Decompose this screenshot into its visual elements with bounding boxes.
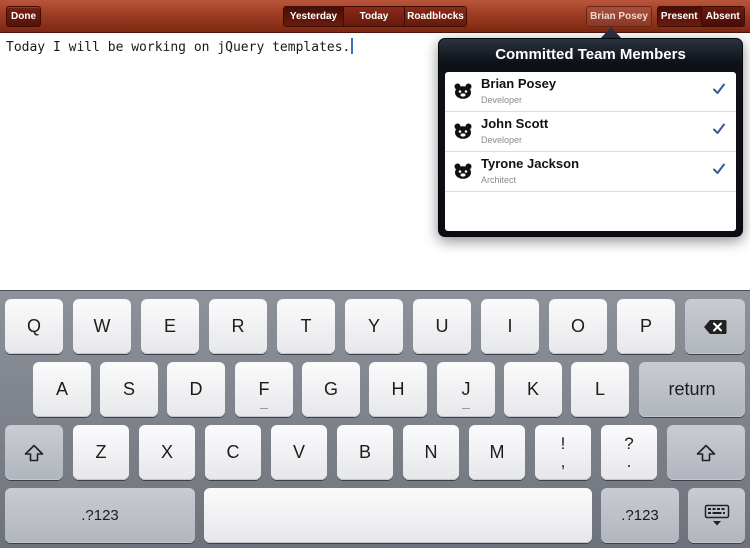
bear-avatar-icon bbox=[454, 123, 472, 139]
key-y[interactable]: Y bbox=[345, 299, 403, 354]
shift-icon bbox=[696, 444, 716, 461]
popover-title: Committed Team Members bbox=[495, 46, 686, 63]
key-n[interactable]: N bbox=[403, 425, 459, 480]
checkmark-icon bbox=[713, 163, 725, 174]
key-g[interactable]: G bbox=[302, 362, 360, 417]
segment-present[interactable]: Present bbox=[658, 7, 702, 26]
key-c[interactable]: C bbox=[205, 425, 261, 480]
key-x[interactable]: X bbox=[139, 425, 195, 480]
bear-avatar-icon bbox=[454, 83, 472, 99]
shift-icon bbox=[24, 444, 44, 461]
note-text-area[interactable]: Today I will be working on jQuery templa… bbox=[6, 38, 354, 55]
done-button[interactable]: Done bbox=[6, 6, 41, 27]
list-item-member[interactable]: John Scott Developer bbox=[445, 112, 736, 152]
key-d[interactable]: D bbox=[167, 362, 225, 417]
key-period-label: . bbox=[626, 451, 632, 471]
backspace-icon bbox=[704, 319, 727, 334]
user-button[interactable]: Brian Posey bbox=[586, 6, 652, 27]
checkmark-icon bbox=[713, 83, 725, 94]
space-bar[interactable] bbox=[204, 488, 592, 543]
key-o[interactable]: O bbox=[549, 299, 607, 354]
list-item-member[interactable]: Tyrone Jackson Architect bbox=[445, 152, 736, 192]
segment-roadblocks[interactable]: Roadblocks bbox=[405, 7, 466, 26]
member-role: Architect bbox=[481, 175, 517, 185]
key-question-period[interactable]: ? . bbox=[601, 425, 657, 480]
hide-keyboard-key[interactable] bbox=[688, 488, 745, 543]
key-e[interactable]: E bbox=[141, 299, 199, 354]
segment-today[interactable]: Today bbox=[344, 7, 405, 26]
key-l[interactable]: L bbox=[571, 362, 629, 417]
member-list: Brian Posey Developer John Scott Develop… bbox=[445, 72, 736, 231]
key-v[interactable]: V bbox=[271, 425, 327, 480]
member-name: Brian Posey bbox=[481, 76, 557, 91]
key-f[interactable]: F bbox=[235, 362, 293, 417]
member-name: John Scott bbox=[481, 116, 549, 131]
member-role: Developer bbox=[481, 135, 523, 145]
onscreen-keyboard: Q W E R T Y U I O P A S D F G H J K L re… bbox=[0, 290, 750, 548]
key-q[interactable]: Q bbox=[5, 299, 63, 354]
key-k[interactable]: K bbox=[504, 362, 562, 417]
segment-yesterday[interactable]: Yesterday bbox=[284, 7, 344, 26]
key-h[interactable]: H bbox=[369, 362, 427, 417]
key-b[interactable]: B bbox=[337, 425, 393, 480]
shift-right-key[interactable] bbox=[667, 425, 745, 480]
key-a[interactable]: A bbox=[33, 362, 91, 417]
numbers-key-left[interactable]: .?123 bbox=[5, 488, 195, 543]
key-exclaim-comma[interactable]: ! , bbox=[535, 425, 591, 480]
key-j[interactable]: J bbox=[437, 362, 495, 417]
key-w[interactable]: W bbox=[73, 299, 131, 354]
numbers-key-right[interactable]: .?123 bbox=[601, 488, 679, 543]
member-name: Tyrone Jackson bbox=[481, 156, 580, 171]
key-f-label: F bbox=[258, 379, 270, 399]
backspace-key[interactable] bbox=[685, 299, 745, 354]
key-t[interactable]: T bbox=[277, 299, 335, 354]
key-r[interactable]: R bbox=[209, 299, 267, 354]
shift-left-key[interactable] bbox=[5, 425, 63, 480]
key-p[interactable]: P bbox=[617, 299, 675, 354]
key-s[interactable]: S bbox=[100, 362, 158, 417]
day-segmented-control: Yesterday Today Roadblocks bbox=[283, 6, 467, 27]
member-role: Developer bbox=[481, 95, 523, 105]
key-m[interactable]: M bbox=[469, 425, 525, 480]
key-u[interactable]: U bbox=[413, 299, 471, 354]
key-comma-label: , bbox=[560, 451, 566, 471]
list-item-member[interactable]: Brian Posey Developer bbox=[445, 72, 736, 112]
top-toolbar: Done Yesterday Today Roadblocks Brian Po… bbox=[0, 0, 750, 33]
home-row-bump bbox=[462, 408, 470, 409]
team-members-popover: Committed Team Members Brian Posey Devel… bbox=[438, 38, 743, 237]
segment-absent[interactable]: Absent bbox=[701, 7, 744, 26]
key-question-label: ? bbox=[624, 433, 634, 453]
key-exclaim-label: ! bbox=[560, 433, 566, 453]
text-caret bbox=[351, 38, 354, 54]
key-j-label: J bbox=[461, 379, 471, 399]
key-z[interactable]: Z bbox=[73, 425, 129, 480]
key-i[interactable]: I bbox=[481, 299, 539, 354]
bear-avatar-icon bbox=[454, 163, 472, 179]
note-text: Today I will be working on jQuery templa… bbox=[6, 40, 351, 55]
home-row-bump bbox=[260, 408, 268, 409]
return-key[interactable]: return bbox=[639, 362, 745, 417]
keyboard-hide-icon bbox=[704, 504, 729, 525]
attendance-segmented-control: Present Absent bbox=[657, 6, 745, 27]
checkmark-icon bbox=[713, 123, 725, 134]
